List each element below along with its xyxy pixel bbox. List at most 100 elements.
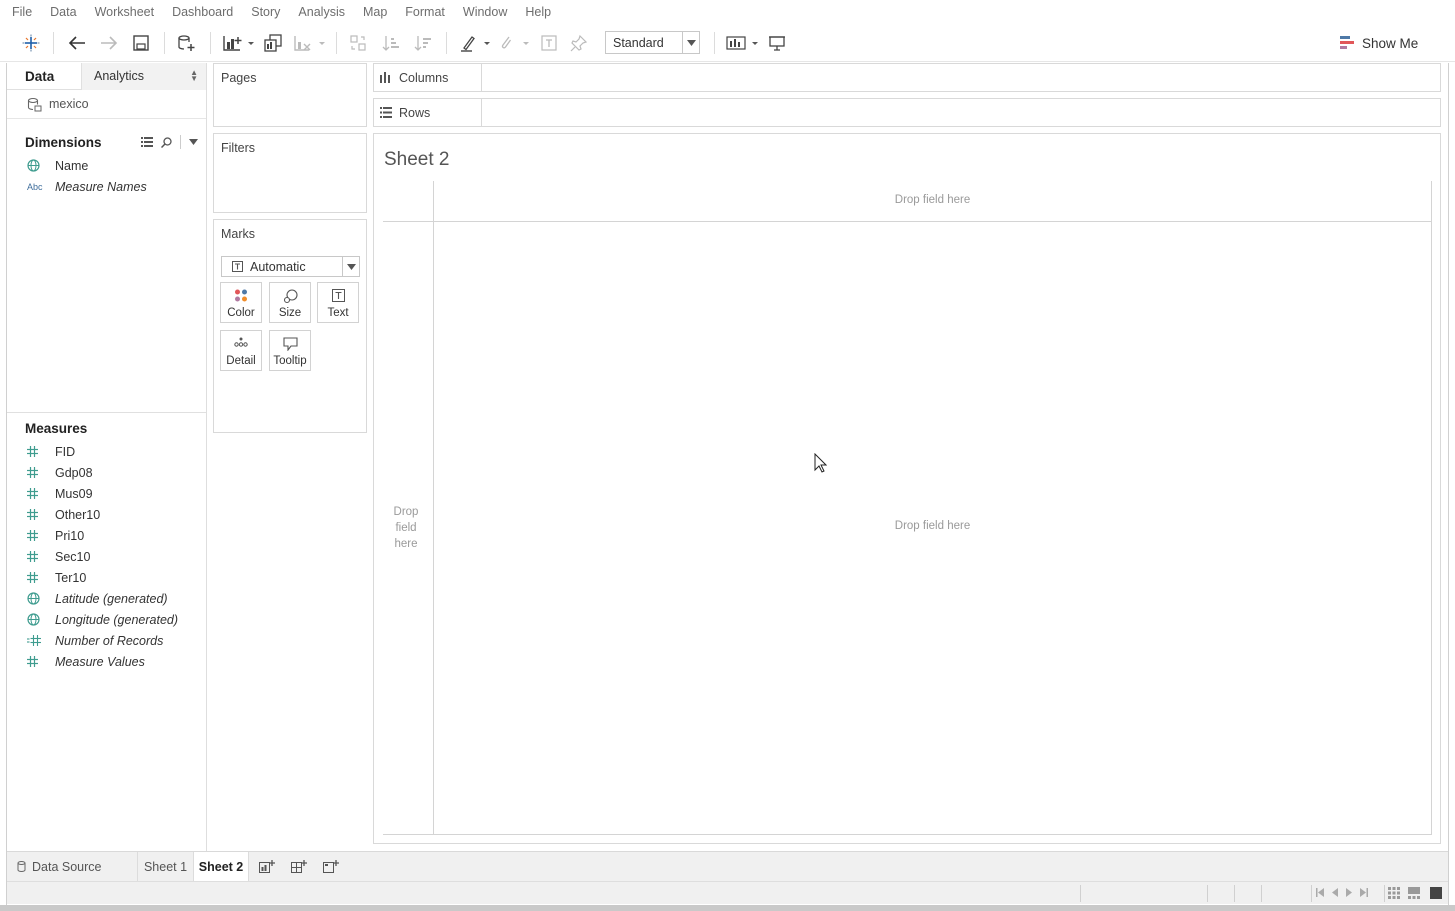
- menu-file[interactable]: File: [9, 5, 35, 19]
- sort-descending-icon[interactable]: [410, 30, 436, 56]
- datasource-item[interactable]: mexico: [7, 90, 206, 119]
- text-mark-icon: [232, 261, 243, 272]
- show-sheet-sorter-icon[interactable]: [1408, 887, 1420, 899]
- search-icon[interactable]: [161, 136, 172, 148]
- menu-worksheet[interactable]: Worksheet: [92, 5, 158, 19]
- datasource-icon: [27, 97, 42, 111]
- datasource-name: mexico: [49, 97, 89, 111]
- new-worksheet-tab-icon[interactable]: [255, 857, 279, 877]
- hash-icon: [27, 551, 55, 562]
- filters-card[interactable]: Filters: [213, 133, 367, 213]
- next-sheet-icon[interactable]: [1346, 888, 1352, 897]
- field-latitude-generated[interactable]: Latitude (generated): [7, 588, 206, 609]
- tab-sheet-1-label: Sheet 1: [143, 859, 188, 874]
- size-button[interactable]: Size: [269, 282, 311, 323]
- field-label: Pri10: [55, 528, 85, 543]
- field-pri10[interactable]: Pri10: [7, 525, 206, 546]
- menu-format[interactable]: Format: [402, 5, 448, 19]
- field-label: Gdp08: [55, 465, 93, 480]
- color-button[interactable]: Color: [220, 282, 262, 323]
- view-as-list-icon[interactable]: [141, 137, 153, 147]
- menu-help[interactable]: Help: [522, 5, 554, 19]
- drop-zone-rows[interactable]: Drop field here: [386, 504, 426, 552]
- fit-select[interactable]: Standard: [605, 31, 700, 54]
- show-me-button[interactable]: Show Me: [1340, 32, 1418, 54]
- presentation-mode-icon[interactable]: [764, 30, 790, 56]
- mouse-cursor-icon: [814, 453, 827, 473]
- tab-analytics[interactable]: Analytics ▲ ▼: [81, 63, 206, 90]
- mark-type-select[interactable]: Automatic: [221, 256, 360, 277]
- first-sheet-icon[interactable]: [1316, 888, 1324, 897]
- field-label: FID: [55, 444, 76, 459]
- clear-sheet-icon[interactable]: [290, 30, 328, 56]
- worksheet-view[interactable]: Sheet 2 Drop field here Drop field here …: [373, 133, 1441, 844]
- columns-label-text: Columns: [399, 70, 449, 85]
- field-ter10[interactable]: Ter10: [7, 567, 206, 588]
- field-measure-names[interactable]: Abc Measure Names: [7, 176, 206, 197]
- menu-story[interactable]: Story: [248, 5, 283, 19]
- chevron-down-icon[interactable]: [189, 139, 198, 145]
- tab-sheet-1[interactable]: Sheet 1: [138, 852, 194, 881]
- tooltip-button[interactable]: Tooltip: [269, 330, 311, 371]
- swap-rows-columns-icon[interactable]: [345, 30, 371, 56]
- new-dashboard-tab-icon[interactable]: [287, 857, 311, 877]
- field-fid[interactable]: FID: [7, 441, 206, 462]
- tab-data[interactable]: Data: [7, 63, 81, 90]
- menu-dashboard[interactable]: Dashboard: [169, 5, 236, 19]
- rows-label-text: Rows: [399, 105, 431, 120]
- redo-icon[interactable]: [96, 30, 122, 56]
- group-members-icon[interactable]: [495, 30, 531, 56]
- field-gdp08[interactable]: Gdp08: [7, 462, 206, 483]
- text-button[interactable]: Text: [317, 282, 359, 323]
- tableau-logo-icon[interactable]: [18, 30, 44, 56]
- undo-icon[interactable]: [64, 30, 90, 56]
- rows-shelf[interactable]: Rows: [373, 98, 1441, 127]
- new-data-source-icon[interactable]: [173, 30, 199, 56]
- measures-header: Measures: [7, 415, 206, 441]
- color-icon: [221, 289, 261, 302]
- menu-bar: File Data Worksheet Dashboard Story Anal…: [0, 0, 1455, 24]
- menu-data[interactable]: Data: [47, 5, 79, 19]
- field-name[interactable]: Name: [7, 155, 206, 176]
- sort-ascending-icon[interactable]: [378, 30, 404, 56]
- drop-zone-columns[interactable]: Drop field here: [434, 194, 1431, 206]
- field-label: Latitude (generated): [55, 591, 168, 606]
- field-measure-values[interactable]: Measure Values: [7, 651, 206, 672]
- save-icon[interactable]: [128, 30, 154, 56]
- show-cards-icon[interactable]: [724, 30, 760, 56]
- show-tabs-icon[interactable]: [1430, 887, 1442, 899]
- size-label: Size: [278, 307, 302, 319]
- fix-axes-pin-icon[interactable]: [566, 30, 592, 56]
- menu-window[interactable]: Window: [460, 5, 510, 19]
- previous-sheet-icon[interactable]: [1332, 888, 1338, 897]
- menu-map[interactable]: Map: [360, 5, 390, 19]
- pages-card[interactable]: Pages: [213, 63, 367, 127]
- tab-sheet-2[interactable]: Sheet 2: [194, 852, 249, 881]
- detail-icon: [221, 337, 261, 347]
- sheet-title[interactable]: Sheet 2: [384, 149, 450, 171]
- data-pane: Data Analytics ▲ ▼ mexico Dimensions Name…: [7, 63, 207, 851]
- show-mark-labels-icon[interactable]: [536, 30, 562, 56]
- last-sheet-icon[interactable]: [1360, 888, 1368, 897]
- duplicate-sheet-icon[interactable]: [260, 30, 286, 56]
- drop-zone-center[interactable]: Drop field here: [434, 520, 1431, 532]
- new-worksheet-icon[interactable]: [219, 30, 257, 56]
- highlight-icon[interactable]: [456, 30, 492, 56]
- field-sec10[interactable]: Sec10: [7, 546, 206, 567]
- show-filmstrip-icon[interactable]: [1388, 887, 1400, 899]
- field-other10[interactable]: Other10: [7, 504, 206, 525]
- hash-icon: [27, 572, 55, 583]
- globe-icon: [27, 613, 55, 626]
- size-icon: [270, 289, 310, 304]
- field-longitude-generated[interactable]: Longitude (generated): [7, 609, 206, 630]
- tab-data-source[interactable]: Data Source: [7, 852, 138, 881]
- new-story-tab-icon[interactable]: [319, 857, 343, 877]
- menu-analysis[interactable]: Analysis: [295, 5, 348, 19]
- field-label: Name: [55, 158, 89, 173]
- field-mus09[interactable]: Mus09: [7, 483, 206, 504]
- rows-icon: [380, 107, 392, 118]
- field-number-of-records[interactable]: Number of Records: [7, 630, 206, 651]
- detail-button[interactable]: Detail: [220, 330, 262, 371]
- globe-icon: [27, 159, 55, 172]
- columns-shelf[interactable]: Columns: [373, 63, 1441, 92]
